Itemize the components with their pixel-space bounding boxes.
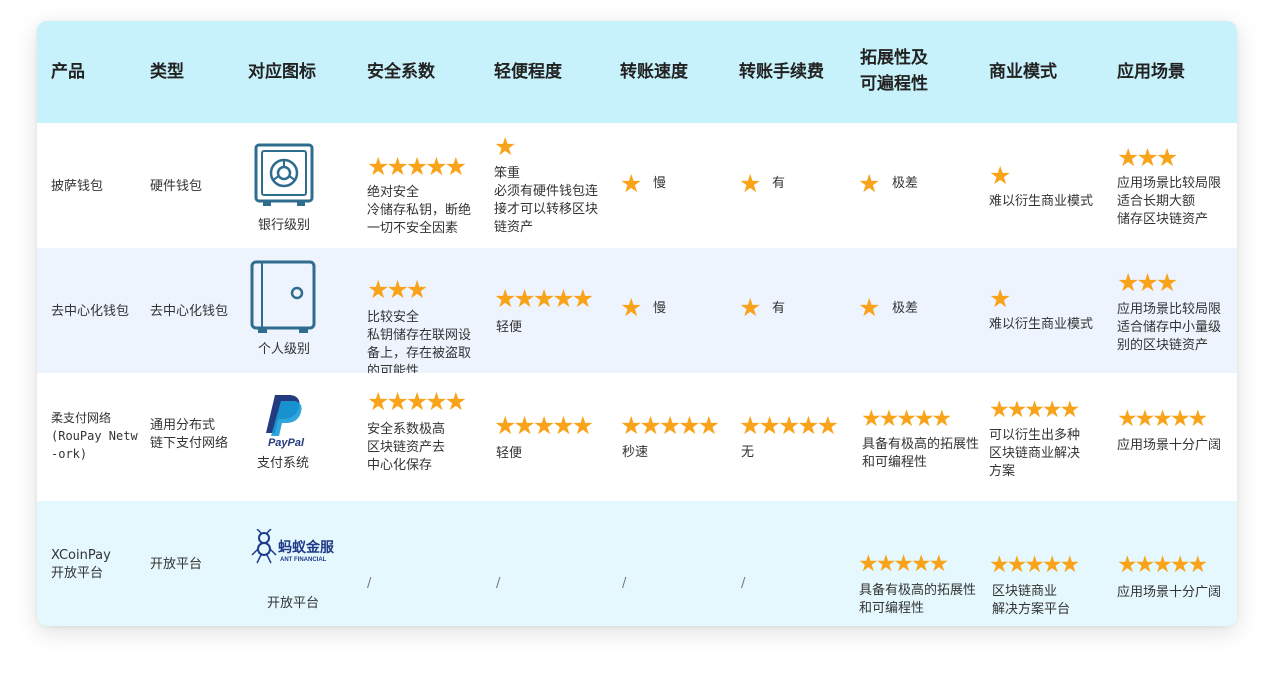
product-name: 柔支付网络 (RouPay Netw -ork) bbox=[51, 411, 138, 461]
table-row: XCoinPay 开放平台 开放平台 蚂蚁金服 ANT FINANCIAL 开放… bbox=[37, 501, 1237, 626]
scenario-text: 应用场景比较局限 适合长期大额 储存区块链资产 bbox=[1117, 176, 1222, 227]
header-icon: 对应图标 bbox=[248, 62, 316, 82]
security-text: / bbox=[367, 576, 372, 591]
security-rating: ★★★★★ bbox=[367, 152, 467, 181]
safe-box-icon bbox=[250, 260, 316, 333]
icon-label: 支付系统 bbox=[257, 456, 310, 471]
business-rating: ★★★★★ bbox=[989, 552, 1080, 578]
extensibility-rating: ★ bbox=[858, 293, 880, 322]
speed-text: / bbox=[622, 576, 627, 591]
svg-text:蚂蚁金服: 蚂蚁金服 bbox=[278, 539, 335, 556]
scenario-rating: ★★★ bbox=[1117, 268, 1178, 297]
business-text: 难以衍生商业模式 bbox=[989, 194, 1094, 209]
product-type: 硬件钱包 bbox=[150, 179, 203, 194]
speed-text: 慢 bbox=[653, 301, 667, 316]
fee-rating: ★★★★★ bbox=[739, 411, 839, 440]
header-scenario: 应用场景 bbox=[1117, 62, 1185, 82]
fee-rating: ★ bbox=[739, 293, 761, 322]
icon-label: 个人级别 bbox=[258, 342, 311, 357]
extensibility-text: 具备有极高的拓展性 和可编程性 bbox=[862, 437, 980, 470]
product-name: 去中心化钱包 bbox=[51, 304, 130, 319]
product-type: 通用分布式 链下支付网络 bbox=[150, 418, 229, 451]
svg-text:PayPal: PayPal bbox=[268, 437, 305, 449]
svg-text:ANT FINANCIAL: ANT FINANCIAL bbox=[280, 557, 327, 563]
table-row: 柔支付网络 (RouPay Netw -ork) 通用分布式 链下支付网络 Pa… bbox=[37, 373, 1237, 501]
speed-rating: ★ bbox=[620, 293, 642, 322]
business-rating: ★ bbox=[989, 161, 1011, 190]
fee-text: 有 bbox=[772, 176, 786, 191]
header-type: 类型 bbox=[150, 62, 184, 82]
header-speed: 转账速度 bbox=[620, 62, 688, 82]
extensibility-rating: ★★★★★ bbox=[861, 406, 952, 432]
business-rating: ★ bbox=[989, 284, 1011, 313]
header-security: 安全系数 bbox=[367, 62, 435, 82]
fee-text: 有 bbox=[772, 301, 786, 316]
table-row: 披萨钱包 硬件钱包 银行级别 ★★★★★ 绝对安全 冷储存私钥，断绝 一切不安全… bbox=[37, 123, 1237, 248]
speed-rating: ★ bbox=[620, 169, 642, 198]
icon-label: 开放平台 bbox=[267, 596, 320, 611]
safe-dial-icon bbox=[254, 143, 314, 206]
header-product: 产品 bbox=[51, 62, 85, 82]
icon-label: 银行级别 bbox=[258, 218, 311, 233]
portability-rating: ★★★★★ bbox=[494, 284, 594, 313]
table-row: 去中心化钱包 去中心化钱包 个人级别 ★★★ 比较安全 私钥储存在联网设 备上，… bbox=[37, 248, 1237, 379]
header-extensibility: 拓展性及 可遍程性 bbox=[860, 48, 928, 94]
business-text: 难以衍生商业模式 bbox=[989, 317, 1094, 332]
header-business-model: 商业模式 bbox=[989, 62, 1057, 82]
product-name: 披萨钱包 bbox=[51, 179, 104, 194]
business-text: 区块链商业 解决方案平台 bbox=[992, 584, 1071, 617]
extensibility-rating: ★ bbox=[858, 169, 880, 198]
comparison-table: 产品 类型 对应图标 安全系数 轻便程度 转账速度 转账手续费 拓展性及 可遍程… bbox=[37, 21, 1237, 626]
header-portability: 轻便程度 bbox=[494, 62, 562, 82]
extensibility-text: 极差 bbox=[892, 176, 919, 191]
extensibility-rating: ★★★★★ bbox=[858, 551, 949, 577]
business-text: 可以衍生出多种 区块链商业解决 方案 bbox=[989, 428, 1081, 479]
portability-text: / bbox=[496, 576, 501, 591]
table-header: 产品 类型 对应图标 安全系数 轻便程度 转账速度 转账手续费 拓展性及 可遍程… bbox=[37, 21, 1237, 123]
speed-text: 秒速 bbox=[622, 445, 649, 460]
ant-financial-logo-icon: 蚂蚁金服 ANT FINANCIAL bbox=[251, 529, 335, 564]
speed-text: 慢 bbox=[653, 176, 667, 191]
speed-rating: ★★★★★ bbox=[620, 411, 720, 440]
portability-text: 轻便 bbox=[496, 320, 523, 335]
portability-rating: ★ bbox=[494, 132, 516, 161]
product-type: 去中心化钱包 bbox=[150, 304, 229, 319]
extensibility-text: 极差 bbox=[892, 301, 919, 316]
security-text: 比较安全 私钥储存在联网设 备上，存在被盗取 的可能性 bbox=[367, 310, 472, 379]
fee-rating: ★ bbox=[739, 169, 761, 198]
security-text: 安全系数极高 区块链资产去 中心化保存 bbox=[367, 422, 446, 473]
fee-text: / bbox=[741, 576, 746, 591]
portability-text: 轻便 bbox=[496, 446, 523, 461]
paypal-logo-icon: PayPal bbox=[266, 395, 305, 449]
portability-rating: ★★★★★ bbox=[494, 411, 594, 440]
product-name: XCoinPay 开放平台 bbox=[51, 548, 111, 581]
scenario-rating: ★★★ bbox=[1117, 143, 1178, 172]
scenario-text: 应用场景比较局限 适合储存中小量级 别的区块链资产 bbox=[1117, 302, 1222, 353]
product-type: 开放平台 bbox=[150, 557, 203, 572]
scenario-text: 应用场景十分广阔 bbox=[1117, 585, 1222, 600]
security-rating: ★★★ bbox=[367, 275, 428, 304]
security-rating: ★★★★★ bbox=[367, 387, 467, 416]
scenario-rating: ★★★★★ bbox=[1117, 406, 1208, 432]
portability-text: 笨重 必须有硬件钱包连 接才可以转移区块 链资产 bbox=[494, 166, 599, 235]
fee-text: 无 bbox=[741, 445, 755, 460]
scenario-rating: ★★★★★ bbox=[1117, 552, 1208, 578]
extensibility-text: 具备有极高的拓展性 和可编程性 bbox=[859, 583, 977, 616]
scenario-text: 应用场景十分广阔 bbox=[1117, 438, 1222, 453]
business-rating: ★★★★★ bbox=[989, 397, 1080, 423]
header-fee: 转账手续费 bbox=[739, 62, 824, 82]
security-text: 绝对安全 冷储存私钥，断绝 一切不安全因素 bbox=[367, 185, 472, 236]
